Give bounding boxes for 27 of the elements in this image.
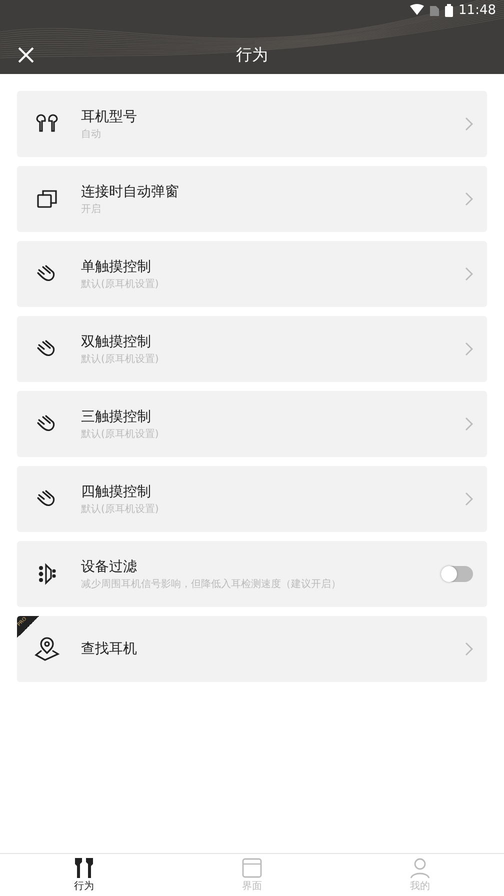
setting-title: 双触摸控制 [81, 332, 152, 350]
person-icon [408, 857, 432, 879]
window-icon [240, 857, 264, 879]
setting-title: 设备过滤 [81, 558, 138, 576]
chevron-right-icon [465, 342, 473, 356]
map-pin-icon [34, 636, 60, 662]
battery-icon [444, 4, 453, 16]
chevron-right-icon [465, 192, 473, 206]
earbuds-icon [72, 857, 96, 879]
wifi-icon [410, 4, 424, 16]
page-title: 行为 [236, 44, 268, 66]
toggle-switch[interactable] [441, 566, 473, 582]
status-time: 11:48 [458, 2, 496, 18]
setting-title: 连接时自动弹窗 [81, 182, 180, 200]
setting-title: 查找耳机 [81, 640, 138, 658]
setting-title: 三触摸控制 [81, 408, 152, 426]
chevron-right-icon [465, 492, 473, 506]
setting-title: 单触摸控制 [81, 258, 152, 276]
no-sim-icon [430, 4, 439, 16]
chevron-right-icon [465, 267, 473, 281]
close-icon[interactable] [18, 47, 34, 63]
setting-title: 四触摸控制 [81, 482, 152, 500]
setting-title: 耳机型号 [81, 108, 138, 126]
chevron-right-icon [465, 642, 473, 656]
chevron-right-icon [465, 417, 473, 431]
nav-tab[interactable]: 行为 [0, 854, 168, 896]
chevron-right-icon [465, 117, 473, 131]
